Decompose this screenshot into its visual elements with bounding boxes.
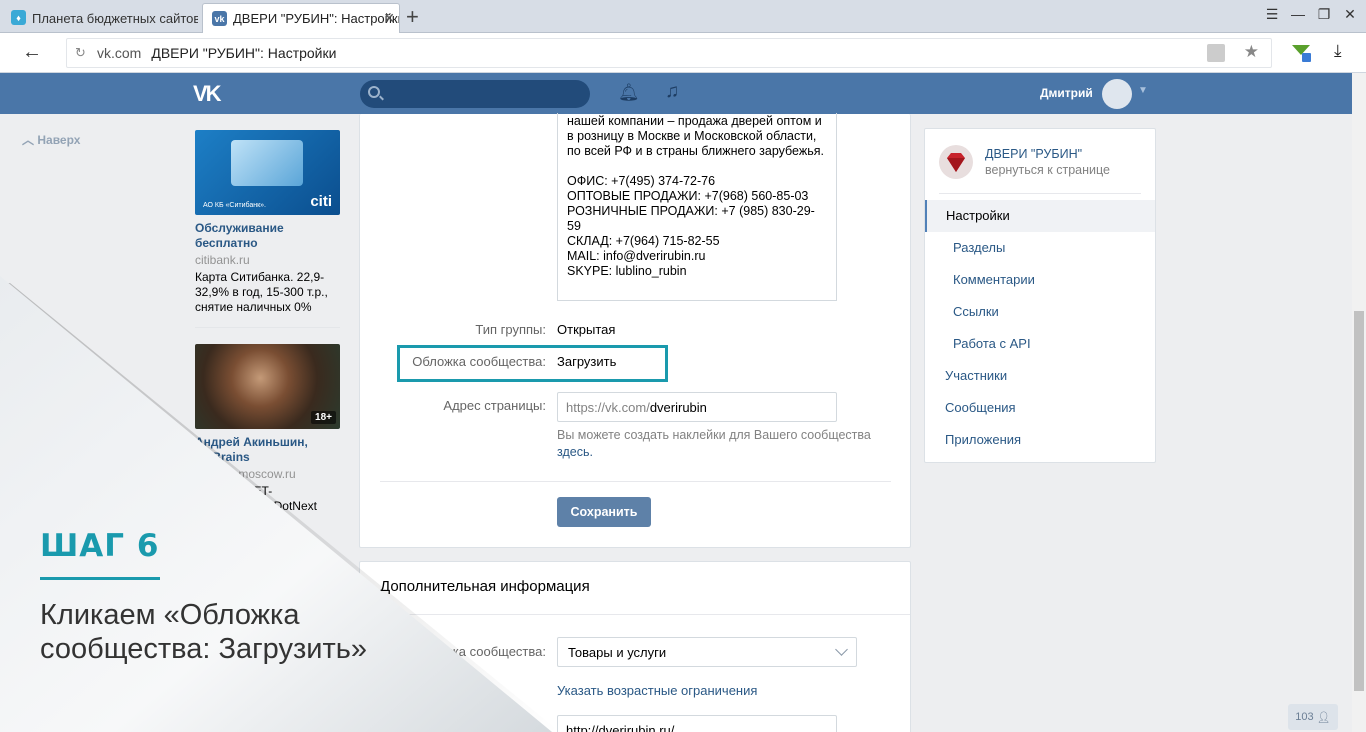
extra-info-title: Дополнительная информация [380, 578, 590, 595]
star-icon[interactable]: ★ [1244, 42, 1259, 62]
group-avatar[interactable] [939, 145, 973, 179]
website-value: http://dverirubin.ru/ [566, 722, 675, 732]
stickers-hint: Вы можете создать наклейки для Вашего со… [557, 428, 871, 459]
browser-tab-bar: ♦ Планета бюджетных сайтов vk ДВЕРИ "РУБ… [0, 0, 1366, 33]
age-badge: 18+ [311, 411, 336, 424]
tab-budget-sites[interactable]: ♦ Планета бюджетных сайтов [2, 3, 198, 33]
url-domain: vk.com [97, 45, 142, 61]
download-icon[interactable]: ⤓ [1334, 41, 1342, 61]
category-select[interactable]: Товары и услуги [557, 637, 857, 667]
menu-item-settings[interactable]: Настройки [925, 200, 1155, 232]
tab-title: ДВЕРИ "РУБИН": Настройки [233, 11, 400, 26]
search-input[interactable] [360, 80, 590, 108]
avatar[interactable] [1102, 79, 1132, 109]
extension-icon[interactable] [1290, 41, 1312, 63]
divider [380, 481, 891, 482]
menu-item-messages[interactable]: Сообщения [925, 392, 1155, 424]
balloon-icon: ♦ [11, 10, 26, 25]
online-counter[interactable]: 103 👤︎ [1288, 704, 1338, 730]
step-underline [40, 577, 160, 580]
back-to-top-link[interactable]: ︿ Наверх [22, 131, 80, 148]
ad-text: Лекция, .NET-конференция DotNext 2016 Мо… [195, 484, 317, 528]
vk-logo[interactable]: VK [193, 81, 222, 107]
settings-menu: ДВЕРИ "РУБИН" вернуться к странице Настр… [924, 128, 1156, 463]
menu-item-members[interactable]: Участники [925, 360, 1155, 392]
bell-icon[interactable]: 🔔︎ [618, 83, 640, 103]
ad-title[interactable]: Обслуживание бесплатно [195, 221, 340, 251]
stickers-link[interactable]: здесь. [557, 445, 593, 459]
menu-icon[interactable]: ☰ [1260, 6, 1284, 23]
minimize-icon[interactable]: — [1286, 6, 1310, 22]
lock-icon[interactable] [1207, 44, 1225, 62]
step-instruction: Кликаем «Обложка сообщества: Загрузить» [40, 599, 368, 665]
url-field[interactable]: ↻ vk.com ДВЕРИ "РУБИН": Настройки ★ [66, 38, 1272, 68]
ad-text: Карта Ситибанка. 22,9-32,9% в год, 15-30… [195, 270, 328, 314]
menu-item-apps[interactable]: Приложения [925, 424, 1155, 456]
address-value: dverirubin [649, 399, 707, 415]
reload-icon[interactable]: ↻ [75, 45, 86, 61]
chevron-up-icon: ︿ [22, 133, 35, 147]
menu-item-sections[interactable]: Разделы [925, 232, 1155, 264]
divider [939, 193, 1141, 194]
url-page-title: ДВЕРИ "РУБИН": Настройки [151, 45, 337, 61]
step-title: ШАГ 6 [40, 528, 160, 564]
chevron-down-icon [835, 643, 848, 656]
citi-logo: citi [310, 193, 332, 210]
group-type-value[interactable]: Открытая [557, 322, 615, 337]
menu-item-api[interactable]: Работа с API [925, 328, 1155, 360]
ad-domain: dotnext-moscow.ru [195, 467, 296, 481]
vk-header: VK 🔔︎ ♫ Дмитрий ▼ [0, 73, 1352, 114]
save-button[interactable]: Сохранить [557, 497, 651, 527]
address-label: Адрес страницы: [443, 398, 546, 413]
address-field[interactable]: https://vk.com/dverirubin [557, 392, 837, 422]
close-window-icon[interactable]: ✕ [1338, 6, 1362, 23]
category-value: Товары и услуги [568, 644, 667, 660]
restore-icon[interactable]: ❐ [1312, 6, 1336, 23]
back-to-page-link[interactable]: вернуться к странице [985, 163, 1110, 177]
ad-domain: citibank.ru [195, 253, 250, 267]
user-name[interactable]: Дмитрий [1040, 86, 1093, 100]
search-icon [368, 86, 380, 98]
new-tab-button[interactable]: + [406, 4, 419, 30]
menu-item-comments[interactable]: Комментарии [925, 264, 1155, 296]
scrollbar-thumb[interactable] [1354, 311, 1364, 691]
vk-favicon-icon: vk [212, 11, 227, 26]
ad-divider [195, 327, 340, 328]
age-restrictions-link[interactable]: Указать возрастные ограничения [557, 683, 757, 698]
description-contacts: ОФИС: +7(495) 374-72-76 ОПТОВЫЕ ПРОДАЖИ:… [567, 174, 815, 278]
person-icon: 👤︎ [1316, 711, 1331, 724]
ad-image[interactable]: АО КБ «Ситибанк». citi [195, 130, 340, 215]
tab-vk-settings[interactable]: vk ДВЕРИ "РУБИН": Настройки ✕ [202, 3, 400, 33]
description-text: нашей компании – продажа дверей оптом и … [567, 114, 824, 158]
card-image [231, 140, 303, 186]
address-prefix: https://vk.com/ [566, 399, 650, 415]
chevron-down-icon[interactable]: ▼ [1138, 85, 1148, 96]
ad-title[interactable]: Андрей Акиньшин, JetBrains [195, 435, 340, 465]
page-scrollbar[interactable] [1352, 73, 1366, 732]
category-label: Тематика сообщества: [409, 644, 546, 659]
ad-block-citibank[interactable]: АО КБ «Ситибанк». citi Обслуживание бесп… [195, 130, 340, 315]
back-arrow-icon[interactable]: ← [22, 41, 42, 64]
ad-block-jetbrains[interactable]: 18+ Андрей Акиньшин, JetBrains dotnext-m… [195, 344, 340, 529]
close-tab-icon[interactable]: ✕ [383, 10, 395, 27]
ad-image-caption: АО КБ «Ситибанк». [203, 202, 267, 209]
address-bar: ← ↻ vk.com ДВЕРИ "РУБИН": Настройки ★ ⤓ [0, 33, 1366, 73]
ad-image[interactable]: 18+ [195, 344, 340, 429]
group-type-label: Тип группы: [475, 322, 546, 337]
music-icon[interactable]: ♫ [665, 81, 679, 103]
highlight-frame [397, 345, 668, 382]
divider [360, 614, 910, 615]
menu-item-links[interactable]: Ссылки [925, 296, 1155, 328]
tab-title: Планета бюджетных сайтов [32, 10, 198, 26]
website-field[interactable]: http://dverirubin.ru/ [557, 715, 837, 732]
group-name-link[interactable]: ДВЕРИ "РУБИН" [985, 147, 1082, 161]
description-field[interactable]: нашей компании – продажа дверей оптом и … [557, 113, 837, 301]
